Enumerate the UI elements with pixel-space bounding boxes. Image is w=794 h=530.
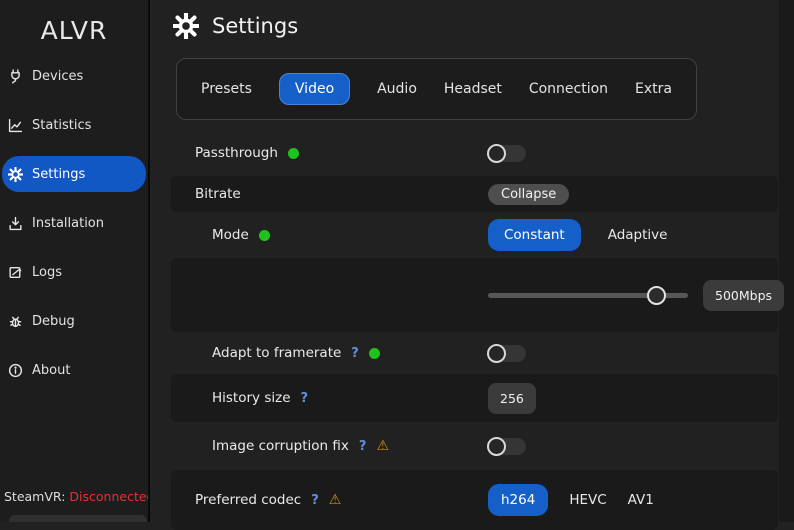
tab-audio[interactable]: Audio [377, 81, 417, 97]
setting-label: Mode [212, 227, 249, 243]
sidebar-item-label: Devices [32, 69, 83, 84]
setting-row-history-size: History size ? 256 [171, 374, 778, 422]
modified-dot-icon [259, 230, 270, 241]
sidebar-item-debug[interactable]: Debug [2, 303, 146, 339]
steamvr-label: SteamVR: [4, 489, 65, 504]
sidebar-item-devices[interactable]: Devices [2, 58, 146, 94]
toggle-knob [487, 144, 506, 163]
setting-label: Adapt to framerate [212, 345, 341, 361]
codec-option-av1[interactable]: AV1 [628, 492, 654, 508]
sidebar-item-label: Logs [32, 265, 62, 280]
help-icon[interactable]: ? [301, 391, 309, 406]
image-corruption-fix-toggle[interactable] [488, 438, 526, 455]
slider-thumb[interactable] [647, 286, 666, 305]
history-size-value[interactable]: 256 [488, 383, 536, 414]
tab-headset[interactable]: Headset [444, 81, 502, 97]
restart-steamvr-button-partial[interactable] [9, 515, 147, 522]
setting-row-bitrate-slider: 500Mbps [171, 258, 778, 332]
page-title: Settings [212, 14, 298, 38]
setting-row-image-corruption-fix: Image corruption fix ? ⚠ [171, 422, 778, 470]
gear-icon [173, 13, 199, 39]
settings-rows: Passthrough Bitrate Collapse Mode Const [152, 130, 778, 530]
tab-connection[interactable]: Connection [529, 81, 608, 97]
setting-row-passthrough: Passthrough [171, 130, 778, 176]
setting-label: Image corruption fix [212, 438, 349, 454]
bitrate-slider[interactable] [488, 293, 688, 298]
help-icon[interactable]: ? [351, 346, 359, 361]
statistics-icon [8, 118, 23, 133]
steamvr-status: SteamVR: Disconnected [4, 489, 150, 504]
warning-icon: ⚠ [376, 438, 389, 454]
installation-icon [8, 216, 23, 231]
settings-panel: Settings Presets Video Audio Headset Con… [152, 0, 794, 522]
sidebar-item-statistics[interactable]: Statistics [2, 107, 146, 143]
bitrate-value[interactable]: 500Mbps [703, 280, 784, 311]
sidebar-item-about[interactable]: About [2, 352, 146, 388]
modified-dot-icon [369, 348, 380, 359]
setting-label: Preferred codec [195, 492, 301, 508]
help-icon[interactable]: ? [311, 493, 319, 508]
logs-icon [8, 265, 23, 280]
settings-icon [8, 167, 23, 182]
codec-option-hevc[interactable]: HEVC [569, 492, 606, 508]
sidebar-item-logs[interactable]: Logs [2, 254, 146, 290]
setting-label: History size [212, 390, 291, 406]
mode-option-adaptive[interactable]: Adaptive [608, 227, 668, 243]
page-header: Settings [173, 13, 298, 39]
modified-dot-icon [288, 148, 299, 159]
sidebar-item-installation[interactable]: Installation [2, 205, 146, 241]
help-icon[interactable]: ? [359, 439, 367, 454]
scrollbar-gutter [779, 0, 794, 522]
passthrough-toggle[interactable] [488, 145, 526, 162]
setting-row-mode: Mode Constant Adaptive [171, 212, 778, 258]
setting-label: Bitrate [195, 186, 241, 202]
setting-row-preferred-codec: Preferred codec ? ⚠ h264 HEVC AV1 [171, 470, 778, 530]
sidebar: ALVR Devices Statistics Settings [0, 0, 150, 522]
sidebar-item-label: Statistics [32, 118, 91, 133]
warning-icon: ⚠ [329, 492, 342, 508]
tab-presets[interactable]: Presets [201, 81, 252, 97]
app-title: ALVR [0, 13, 148, 49]
sidebar-item-label: About [32, 363, 70, 378]
sidebar-item-label: Installation [32, 216, 104, 231]
toggle-knob [487, 344, 506, 363]
toggle-knob [487, 437, 506, 456]
settings-tabbar: Presets Video Audio Headset Connection E… [176, 58, 697, 120]
setting-row-bitrate: Bitrate Collapse [171, 176, 778, 212]
adapt-to-framerate-toggle[interactable] [488, 345, 526, 362]
setting-row-adapt-to-framerate: Adapt to framerate ? [171, 332, 778, 374]
collapse-button[interactable]: Collapse [488, 184, 569, 205]
sidebar-item-settings[interactable]: Settings [2, 156, 146, 192]
about-icon [8, 363, 23, 378]
debug-icon [8, 314, 23, 329]
tab-extra[interactable]: Extra [635, 81, 672, 97]
sidebar-nav: Devices Statistics Settings Installation [0, 58, 148, 388]
codec-option-h264[interactable]: h264 [488, 484, 548, 516]
devices-icon [8, 69, 23, 84]
mode-option-constant[interactable]: Constant [488, 219, 581, 251]
tab-video[interactable]: Video [279, 73, 350, 105]
setting-label: Passthrough [195, 145, 278, 161]
sidebar-item-label: Debug [32, 314, 75, 329]
steamvr-status-value: Disconnected [69, 489, 150, 504]
sidebar-item-label: Settings [32, 167, 85, 182]
